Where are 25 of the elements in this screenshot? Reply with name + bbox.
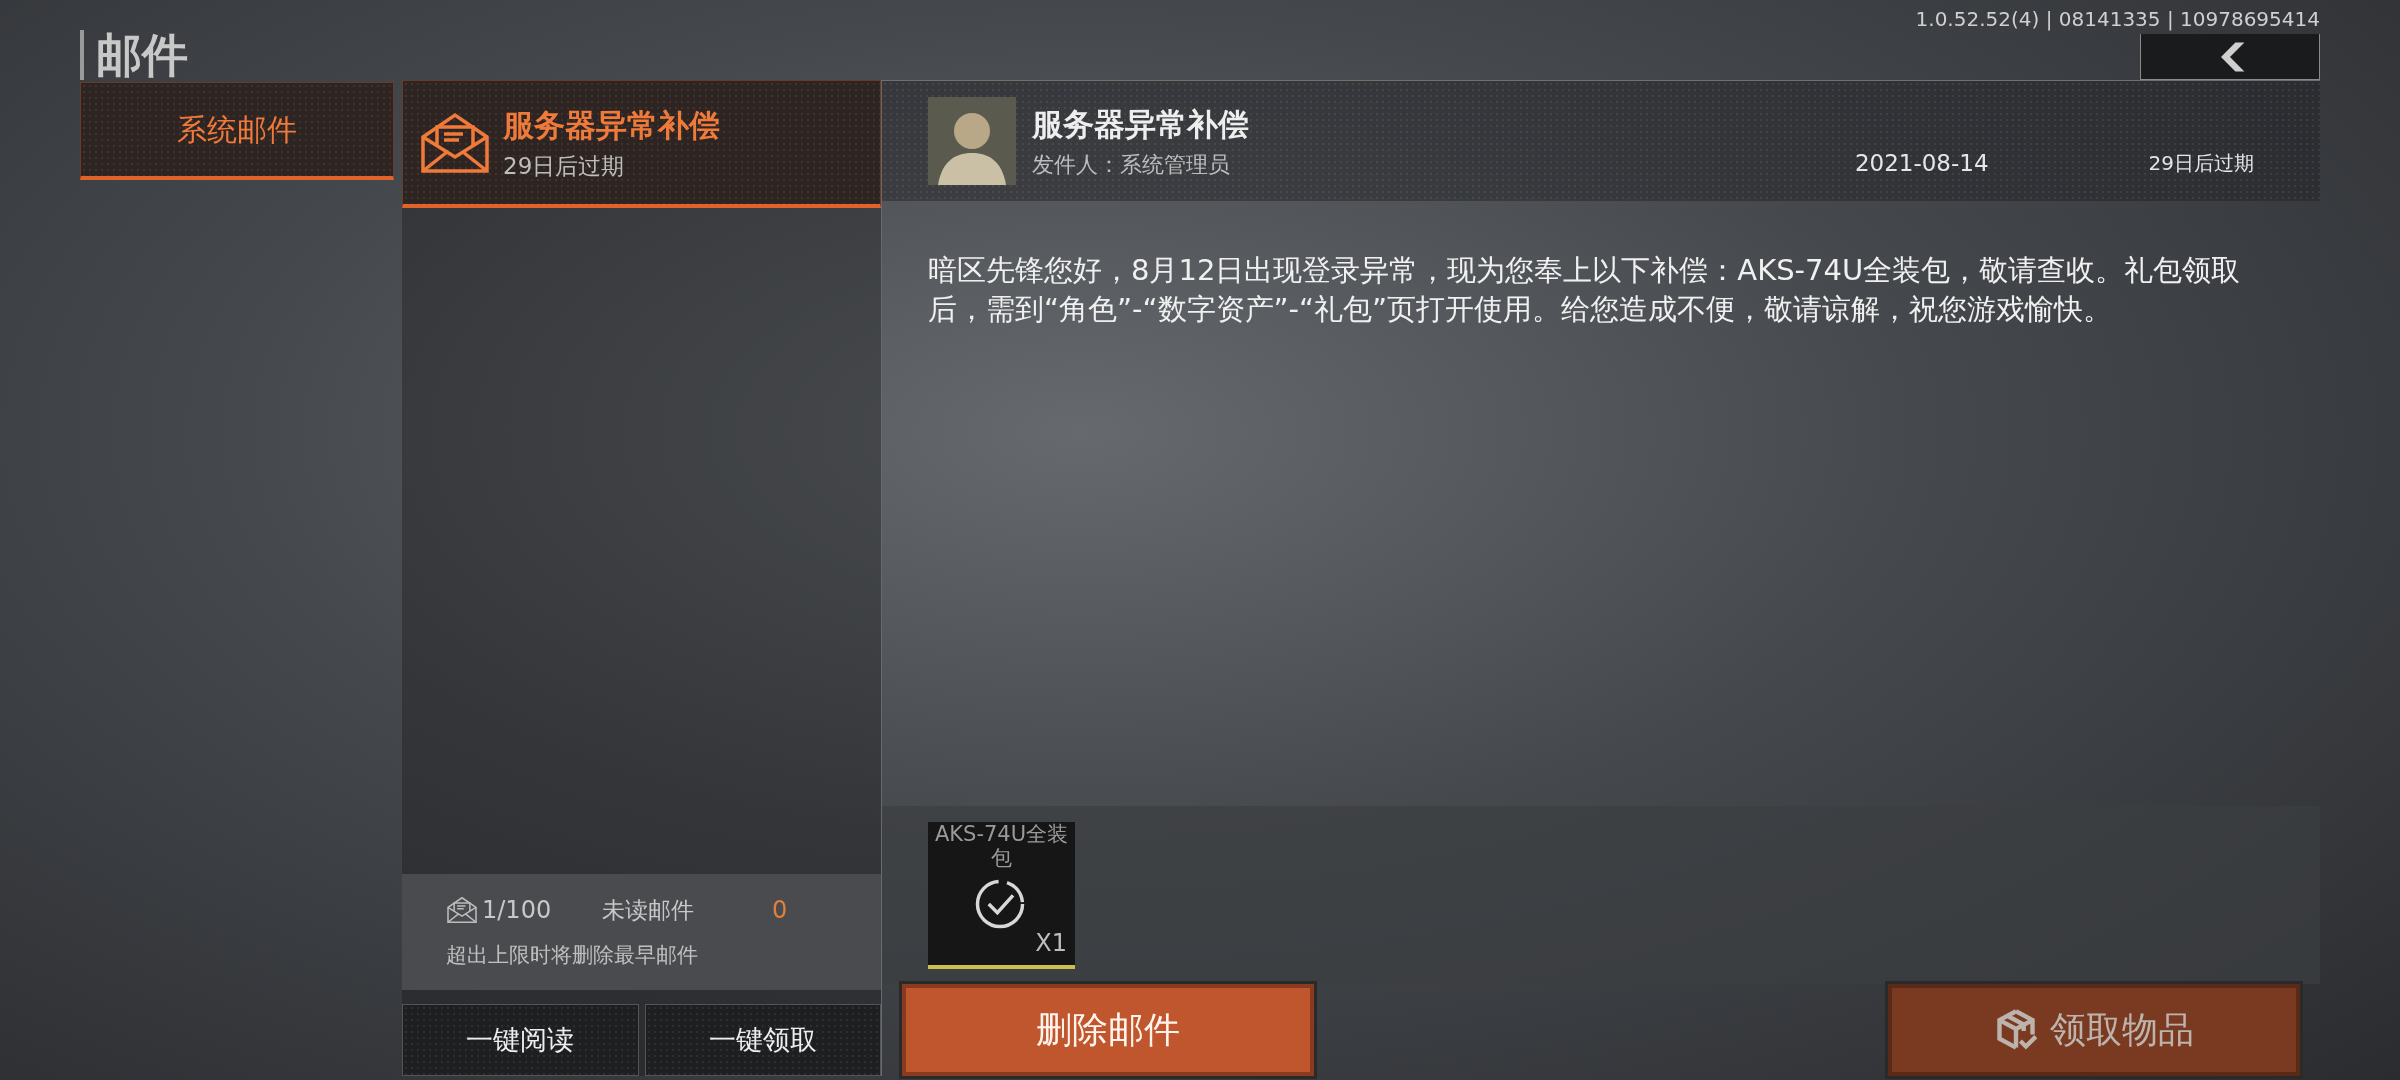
version-text: 1.0.52.52(4) | 08141335 | 10978695414 xyxy=(1915,6,2320,33)
sender-text: 发件人：系统管理员 xyxy=(1032,150,1231,179)
back-button[interactable] xyxy=(2140,34,2320,80)
detail-subject: 服务器异常补偿 xyxy=(1032,105,1249,145)
category-tab[interactable]: 系统邮件 xyxy=(80,82,394,180)
mail-subject: 服务器异常补偿 xyxy=(503,106,720,145)
envelope-icon xyxy=(446,896,478,924)
claim-all-button[interactable]: 一键领取 xyxy=(644,1004,881,1076)
item-name: AKS-74U全装包 xyxy=(933,821,1070,870)
mail-count: 1/100 xyxy=(482,895,553,926)
limit-notice: 超出上限时将删除最早邮件 xyxy=(446,942,699,969)
box-check-icon xyxy=(1994,1008,2038,1052)
item-quantity: X1 xyxy=(1035,927,1067,959)
mail-expiry: 29日后过期 xyxy=(503,151,626,181)
read-all-button[interactable]: 一键阅读 xyxy=(402,1004,639,1076)
mail-body: 暗区先锋您好，8月12日出现登录异常，现为您奉上以下补偿：AKS-74U全装包，敬请查收。礼包领取后，需到“角色”-“数字资产”-“礼包”页打开使用。给您造成不便，敬请谅解，祝您游戏愉快。 xyxy=(928,252,2242,328)
mail-list-item[interactable]: 服务器异常补偿 29日后过期 xyxy=(402,80,881,208)
envelope-icon xyxy=(419,110,491,175)
attachment-item[interactable]: AKS-74U全装包 X1 xyxy=(928,821,1075,969)
page-title: 邮件 xyxy=(96,32,188,78)
unread-label: 未读邮件 xyxy=(602,895,695,925)
detail-expiry: 29日后过期 xyxy=(2148,150,2254,177)
delete-mail-button[interactable]: 删除邮件 xyxy=(902,984,1314,1076)
mail-date: 2021-08-14 xyxy=(1854,148,1989,178)
unread-count: 0 xyxy=(772,895,788,926)
